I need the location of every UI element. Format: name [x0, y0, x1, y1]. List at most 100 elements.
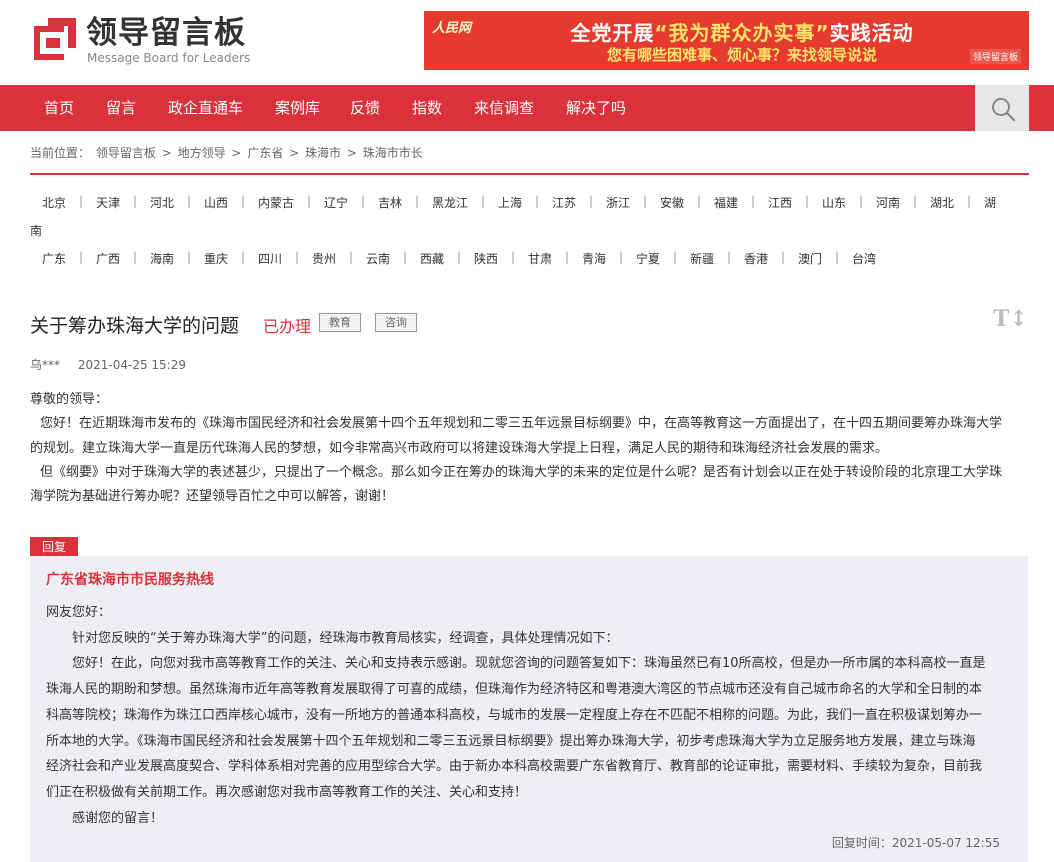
- region-separator: |: [619, 250, 624, 264]
- reply-organization: 广东省珠海市市民服务热线: [46, 572, 214, 588]
- font-size-toggle-icon[interactable]: T↕: [993, 306, 1028, 332]
- region-link[interactable]: 陕西: [474, 250, 498, 267]
- breadcrumb-item[interactable]: 珠海市市长: [363, 146, 423, 160]
- region-link[interactable]: 湖北: [930, 194, 954, 211]
- region-separator: |: [565, 250, 570, 264]
- main-nav: 首页 留言 政企直通车 案例库 反馈 指数 来信调查 解决了吗: [0, 85, 1054, 131]
- region-link[interactable]: 湖: [984, 194, 996, 211]
- tag-education[interactable]: 教育: [319, 313, 361, 332]
- region-link[interactable]: 广西: [96, 250, 120, 267]
- reply-paragraph: 所本地的大学。《珠海市国民经济和社会发展第十四个五年规划和二零三五远景目标纲要》…: [46, 733, 976, 749]
- breadcrumb-sep: >: [161, 146, 172, 160]
- region-separator: |: [415, 194, 420, 208]
- region-link[interactable]: 贵州: [312, 250, 336, 267]
- region-link[interactable]: 吉林: [378, 194, 402, 211]
- nav-item-survey[interactable]: 来信调查: [474, 85, 534, 131]
- post-date: 2021-04-25 15:29: [77, 358, 186, 372]
- region-link[interactable]: 内蒙古: [258, 194, 294, 211]
- region-link[interactable]: 北京: [42, 194, 66, 211]
- region-link[interactable]: 香港: [744, 250, 768, 267]
- search-button[interactable]: [975, 85, 1029, 131]
- reply-time: 回复时间：2021-05-07 12:55: [831, 836, 1000, 850]
- nav-item-message[interactable]: 留言: [106, 85, 136, 131]
- region-link[interactable]: 福建: [714, 194, 738, 211]
- region-link[interactable]: 甘肃: [528, 250, 552, 267]
- region-link[interactable]: 黑龙江: [432, 194, 468, 211]
- region-link[interactable]: 天津: [96, 194, 120, 211]
- region-separator: |: [241, 250, 246, 264]
- region-separator: |: [589, 194, 594, 208]
- message-paragraph: 您好！在近期珠海市发布的《珠海市国民经济和社会发展第十四个五年规划和二零三五年远…: [40, 416, 1003, 432]
- region-link[interactable]: 山东: [822, 194, 846, 211]
- region-link[interactable]: 江西: [768, 194, 792, 211]
- region-separator: |: [187, 194, 192, 208]
- nav-item-home[interactable]: 首页: [44, 85, 74, 131]
- region-separator: |: [403, 250, 408, 264]
- region-link[interactable]: 上海: [498, 194, 522, 211]
- region-link[interactable]: 台湾: [852, 250, 876, 267]
- reply-paragraph: 珠海人民的期盼和梦想。虽然珠海市近年高等教育发展取得了可喜的成绩，但珠海作为经济…: [46, 682, 983, 698]
- nav-item-enterprise[interactable]: 政企直通车: [168, 85, 243, 131]
- breadcrumb-sep: >: [346, 146, 357, 160]
- nav-item-solved[interactable]: 解决了吗: [566, 85, 626, 131]
- campaign-banner[interactable]: 人民网 全党开展“我为群众办实事”实践活动 您有哪些困难事、烦心事？来找领导说说…: [424, 11, 1029, 70]
- region-link[interactable]: 辽宁: [324, 194, 348, 211]
- logo-subtitle: Message Board for Leaders: [87, 51, 251, 65]
- reply-greeting: 网友您好：: [46, 605, 112, 620]
- region-separator: |: [751, 194, 756, 208]
- breadcrumb-item[interactable]: 地方领导: [178, 146, 226, 160]
- region-link[interactable]: 广东: [42, 250, 66, 267]
- region-separator: |: [805, 194, 810, 208]
- region-separator: |: [835, 250, 840, 264]
- region-link[interactable]: 四川: [258, 250, 282, 267]
- region-separator: |: [511, 250, 516, 264]
- region-link[interactable]: 新疆: [690, 250, 714, 267]
- message-meta: 乌*** 2021-04-25 15:29: [30, 356, 186, 373]
- region-link[interactable]: 云南: [366, 250, 390, 267]
- breadcrumb-prefix: 当前位置：: [30, 146, 91, 160]
- region-separator: |: [307, 194, 312, 208]
- region-link[interactable]: 河北: [150, 194, 174, 211]
- reply-paragraph: 针对您反映的“关于筹办珠海大学”的问题，经珠海市教育局核实，经调查，具体处理情况…: [72, 630, 619, 646]
- reply-thanks: 感谢您的留言！: [72, 810, 164, 826]
- region-separator: |: [457, 250, 462, 264]
- region-link[interactable]: 宁夏: [636, 250, 660, 267]
- region-link-wrap[interactable]: 南: [30, 222, 42, 239]
- region-link[interactable]: 江苏: [552, 194, 576, 211]
- region-link[interactable]: 澳门: [798, 250, 822, 267]
- region-link[interactable]: 山西: [204, 194, 228, 211]
- region-separator: |: [673, 250, 678, 264]
- message-body: 尊敬的领导： 您好！在近期珠海市发布的《珠海市国民经济和社会发展第十四个五年规划…: [30, 388, 1028, 509]
- region-link[interactable]: 安徽: [660, 194, 684, 211]
- region-link[interactable]: 浙江: [606, 194, 630, 211]
- message-greeting: 尊敬的领导：: [30, 392, 109, 407]
- breadcrumb-item[interactable]: 领导留言板: [96, 146, 156, 160]
- region-link[interactable]: 海南: [150, 250, 174, 267]
- message-paragraph: 的规划。建立珠海大学一直是历代珠海人民的梦想，如今非常高兴市政府可以将建设珠海大…: [30, 440, 889, 456]
- region-link[interactable]: 重庆: [204, 250, 228, 267]
- status-badge: 已办理: [263, 317, 312, 336]
- nav-item-feedback[interactable]: 反馈: [350, 85, 380, 131]
- region-separator: |: [967, 194, 972, 208]
- nav-item-index[interactable]: 指数: [412, 85, 442, 131]
- region-link[interactable]: 河南: [876, 194, 900, 211]
- region-separator: |: [727, 250, 732, 264]
- region-separator: |: [349, 250, 354, 264]
- region-link[interactable]: 西藏: [420, 250, 444, 267]
- region-separator: |: [79, 194, 84, 208]
- reply-label: 回复: [30, 537, 78, 557]
- search-icon: [992, 98, 1016, 122]
- site-header: 领导留言板 Message Board for Leaders 人民网 全党开展…: [0, 0, 1054, 85]
- breadcrumb-sep: >: [231, 146, 242, 160]
- author: 乌***: [30, 358, 61, 372]
- breadcrumb-item[interactable]: 珠海市: [305, 146, 341, 160]
- region-separator: |: [187, 250, 192, 264]
- tag-inquiry[interactable]: 咨询: [375, 313, 417, 332]
- breadcrumb-item[interactable]: 广东省: [247, 146, 283, 160]
- site-logo[interactable]: 领导留言板 Message Board for Leaders: [30, 14, 270, 66]
- nav-item-cases[interactable]: 案例库: [275, 85, 320, 131]
- reply-panel: 广东省珠海市市民服务热线 网友您好： 针对您反映的“关于筹办珠海大学”的问题，经…: [30, 556, 1028, 862]
- region-separator: |: [481, 194, 486, 208]
- region-separator: |: [133, 194, 138, 208]
- region-link[interactable]: 青海: [582, 250, 606, 267]
